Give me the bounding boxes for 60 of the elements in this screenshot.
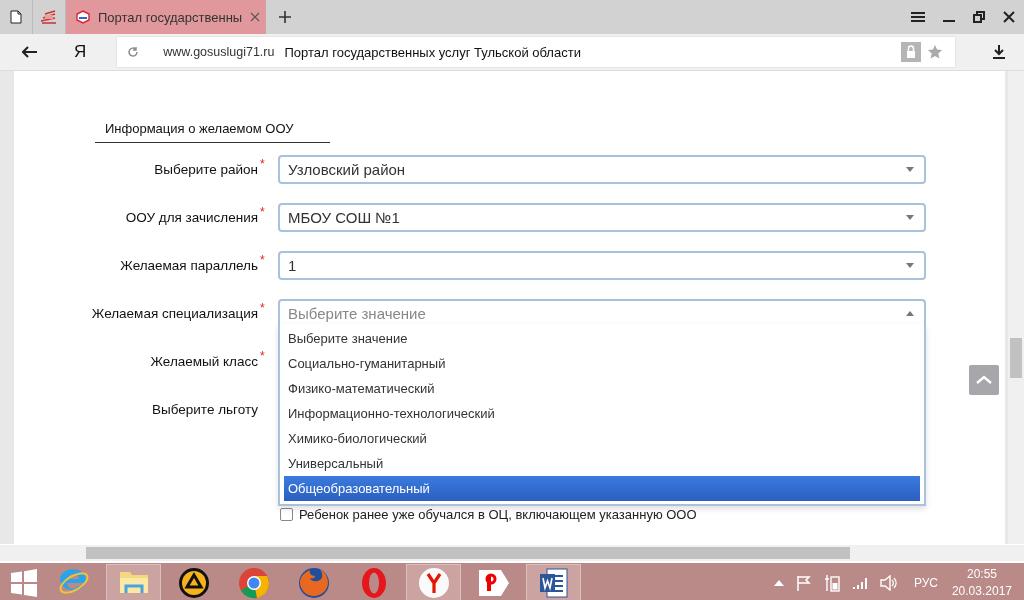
vertical-scrollbar[interactable] (1008, 71, 1024, 544)
field-label: ООУ для зачисления (125, 210, 258, 225)
page-title: Портал государственных услуг Тульской области (284, 44, 581, 60)
chrome-ball-icon (236, 566, 271, 600)
required-mark: * (260, 205, 266, 221)
field-label: Желаемый класс (150, 354, 258, 369)
select-field[interactable]: Выберите значение (278, 299, 926, 325)
caret-down-icon (906, 263, 914, 268)
caret-down-icon (906, 167, 914, 172)
fox-globe-icon (296, 566, 331, 600)
required-mark: * (260, 253, 266, 269)
field-label: Желаемая специализация (91, 306, 258, 321)
tab-title: Портал государственны (98, 9, 243, 25)
download-icon[interactable] (992, 44, 1006, 60)
select-field[interactable]: МБОУ СОШ №1 (278, 203, 926, 232)
star-icon[interactable] (927, 44, 943, 60)
dropdown-option[interactable]: Физико-математический (284, 376, 920, 401)
scroll-top-icon[interactable] (969, 365, 999, 395)
flag-icon[interactable] (795, 575, 812, 591)
required-mark: * (260, 157, 266, 173)
windows-icon[interactable] (10, 569, 38, 597)
select-field[interactable]: 1 (278, 251, 926, 280)
lock-icon[interactable] (901, 42, 921, 62)
taskbar-button[interactable] (406, 564, 461, 600)
url-domain: www.gosuslugi71.ru (163, 45, 275, 59)
dropdown-option[interactable]: Универсальный (284, 451, 920, 476)
close-icon[interactable] (1003, 11, 1015, 23)
caret-up-icon (906, 310, 914, 316)
triangle-circle-icon (176, 566, 211, 600)
restore-icon[interactable] (973, 11, 985, 23)
battery-icon[interactable] (823, 574, 840, 592)
site-icon (76, 10, 90, 24)
required-mark: * (260, 349, 266, 365)
checkbox-label: Ребенок ранее уже обучался в ОЦ, включающем указанную ООО (299, 507, 697, 522)
dropdown-option[interactable]: Социально-гуманитарный (284, 351, 920, 376)
section-title: Информация о желаемом ООУ (105, 121, 294, 136)
field-label: Выберите льготу (152, 402, 258, 417)
field-label: Выберите район (154, 162, 258, 177)
menu-icon[interactable] (911, 11, 925, 23)
taskbar-button[interactable] (526, 564, 581, 600)
address-field[interactable]: www.gosuslugi71.ru Портал государственных услуг Тульской области (116, 36, 956, 68)
field-label: Желаемая параллель (120, 258, 258, 273)
select-field[interactable]: Узловский район (278, 155, 926, 184)
browser-tab[interactable]: Портал государственны (66, 0, 266, 34)
required-mark: * (260, 301, 266, 317)
tray-up-icon[interactable] (773, 580, 784, 586)
checkbox[interactable] (280, 508, 293, 521)
reload-icon[interactable] (127, 46, 140, 58)
speaker-icon[interactable] (879, 575, 898, 591)
dropdown-option[interactable]: Информационно-технологический (284, 401, 920, 426)
signal-icon[interactable] (851, 576, 868, 590)
yandex-button[interactable]: Я (60, 42, 101, 62)
caret-down-icon (906, 215, 914, 220)
dropdown-option[interactable]: Выберите значение (284, 326, 920, 351)
dropdown-option[interactable]: Общеобразовательный (284, 476, 920, 501)
back-icon[interactable] (22, 46, 38, 58)
dropdown-option[interactable]: Химико-биологический (284, 426, 920, 451)
horizontal-scrollbar[interactable] (0, 545, 1024, 561)
y-circle-icon (416, 566, 451, 600)
plus-icon[interactable] (278, 10, 292, 24)
